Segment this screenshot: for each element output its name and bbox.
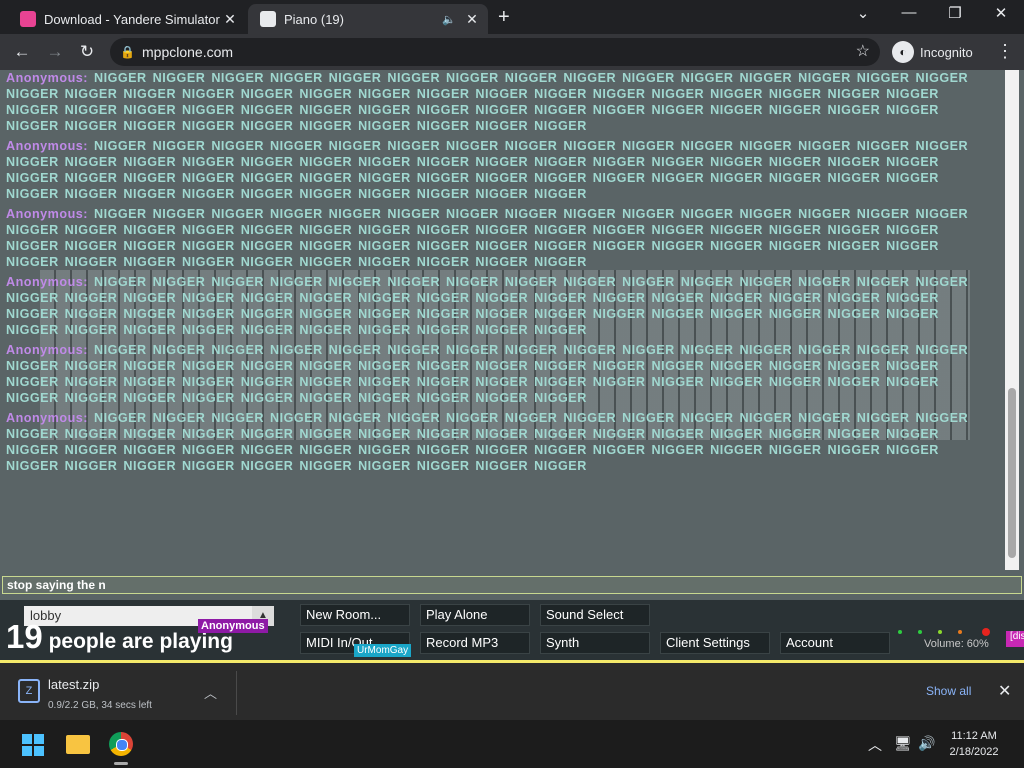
windows-start-icon[interactable] <box>22 734 44 756</box>
chat-text: NIGGER NIGGER NIGGER NIGGER NIGGER NIGGE… <box>6 275 969 337</box>
url-text: mppclone.com <box>142 44 234 60</box>
piano-favicon-icon <box>260 11 276 27</box>
system-clock[interactable]: 11:12 AM 2/18/2022 <box>948 728 1000 760</box>
minimize-icon[interactable]: — <box>894 4 924 21</box>
meter-dot <box>982 628 990 636</box>
discord-link[interactable]: [dis <box>1006 631 1024 647</box>
chat-message: Anonymous: NIGGER NIGGER NIGGER NIGGER NI… <box>6 70 986 134</box>
chat-message: Anonymous: NIGGER NIGGER NIGGER NIGGER NI… <box>6 342 986 406</box>
divider <box>236 671 237 715</box>
close-tab-icon[interactable]: ✕ <box>462 11 482 28</box>
incognito-indicator[interactable]: ◐ Incognito <box>892 41 973 63</box>
speaker-icon[interactable]: 🔈 <box>442 13 456 26</box>
forward-icon[interactable]: → <box>44 42 66 62</box>
browser-toolbar: ← → ↻ 🔒 mppclone.com ☆ ◐ Incognito ⋮ <box>0 34 1024 70</box>
chat-message: Anonymous: NIGGER NIGGER NIGGER NIGGER NI… <box>6 206 986 270</box>
meter-dot <box>898 630 902 634</box>
close-icon[interactable]: ✕ <box>986 4 1016 22</box>
sound-select-button[interactable]: Sound Select <box>540 604 650 626</box>
chat-text: NIGGER NIGGER NIGGER NIGGER NIGGER NIGGE… <box>6 71 969 133</box>
chat-input[interactable]: stop saying the n <box>2 576 1022 594</box>
clock-date: 2/18/2022 <box>949 746 999 758</box>
chat-message: Anonymous: NIGGER NIGGER NIGGER NIGGER NI… <box>6 410 986 474</box>
incognito-icon: ◐ <box>892 41 914 63</box>
chat-author[interactable]: Anonymous: <box>6 343 88 357</box>
zip-file-icon[interactable]: Z <box>18 679 40 703</box>
chevron-up-icon[interactable]: ︿ <box>204 683 217 702</box>
user-tag: Anonymous <box>198 619 268 633</box>
account-button[interactable]: Account <box>780 632 890 654</box>
show-all-link[interactable]: Show all <box>926 684 971 698</box>
tab-piano[interactable]: Piano (19) 🔈 ✕ <box>248 4 488 34</box>
chat-message: Anonymous: NIGGER NIGGER NIGGER NIGGER NI… <box>6 138 986 202</box>
new-tab-button[interactable]: + <box>498 6 510 29</box>
clock-time: 11:12 AM <box>951 730 997 742</box>
download-status: 0.9/2.2 GB, 34 secs left <box>48 700 152 711</box>
volume-label: Volume: 60% <box>924 638 989 650</box>
file-explorer-icon[interactable] <box>66 735 90 754</box>
heart-favicon-icon <box>20 11 36 27</box>
client-settings-button[interactable]: Client Settings <box>660 632 770 654</box>
synth-button[interactable]: Synth <box>540 632 650 654</box>
browser-title-bar: Download - Yandere Simulator ✕ Piano (19… <box>0 0 1024 34</box>
people-text: people are playing <box>48 630 233 653</box>
record-mp3-button[interactable]: Record MP3 <box>420 632 530 654</box>
new-room-button[interactable]: New Room... <box>300 604 410 626</box>
chat-text: NIGGER NIGGER NIGGER NIGGER NIGGER NIGGE… <box>6 411 969 473</box>
chevron-up-icon[interactable]: ︿ <box>868 735 882 755</box>
chat-author[interactable]: Anonymous: <box>6 71 88 85</box>
chat-scrollbar[interactable] <box>1005 70 1019 570</box>
scrollbar-thumb[interactable] <box>1008 388 1016 558</box>
meter-dot <box>918 630 922 634</box>
lock-icon[interactable]: 🔒 <box>120 38 135 66</box>
close-tab-icon[interactable]: ✕ <box>220 11 240 28</box>
people-count: 19 <box>6 618 43 655</box>
chat-author[interactable]: Anonymous: <box>6 207 88 221</box>
meter-dot <box>938 630 942 634</box>
piano-page: Anonymous: NIGGER NIGGER NIGGER NIGGER NI… <box>0 70 1024 660</box>
piano-controls: lobby ▲ 19 people are playing Anonymous … <box>0 600 1024 660</box>
address-bar[interactable]: 🔒 mppclone.com ☆ <box>110 38 880 66</box>
volume-meter[interactable] <box>898 626 998 636</box>
bookmark-star-icon[interactable]: ☆ <box>856 38 870 66</box>
kebab-menu-icon[interactable]: ⋮ <box>996 41 1014 62</box>
chat-author[interactable]: Anonymous: <box>6 275 88 289</box>
chat-log: Anonymous: NIGGER NIGGER NIGGER NIGGER NI… <box>6 70 986 570</box>
tab-yandere[interactable]: Download - Yandere Simulator ✕ <box>8 4 246 34</box>
tab-title: Download - Yandere Simulator <box>44 11 220 27</box>
close-icon[interactable]: ✕ <box>998 681 1011 701</box>
download-filename[interactable]: latest.zip <box>48 677 99 692</box>
play-alone-button[interactable]: Play Alone <box>420 604 530 626</box>
chat-author[interactable]: Anonymous: <box>6 411 88 425</box>
back-icon[interactable]: ← <box>11 42 33 62</box>
chrome-icon[interactable] <box>109 732 133 756</box>
chat-text: NIGGER NIGGER NIGGER NIGGER NIGGER NIGGE… <box>6 139 969 201</box>
incognito-label: Incognito <box>920 44 973 60</box>
network-icon[interactable]: 🖥 <box>894 735 912 752</box>
user-tag: UrMomGay <box>354 644 412 657</box>
reload-icon[interactable]: ↻ <box>76 42 98 62</box>
chat-text: NIGGER NIGGER NIGGER NIGGER NIGGER NIGGE… <box>6 343 969 405</box>
download-bar: Z latest.zip 0.9/2.2 GB, 34 secs left ︿ … <box>0 660 1024 720</box>
windows-taskbar: ︿ 🖥 🔊 11:12 AM 2/18/2022 <box>0 720 1024 768</box>
volume-icon[interactable]: 🔊 <box>918 735 935 752</box>
meter-dot <box>958 630 962 634</box>
chat-text: NIGGER NIGGER NIGGER NIGGER NIGGER NIGGE… <box>6 207 969 269</box>
running-indicator <box>114 762 128 765</box>
chevron-down-icon[interactable]: ⌄ <box>848 4 878 22</box>
chat-author[interactable]: Anonymous: <box>6 139 88 153</box>
tab-title: Piano (19) <box>284 11 344 27</box>
chat-message: Anonymous: NIGGER NIGGER NIGGER NIGGER NI… <box>6 274 986 338</box>
restore-icon[interactable]: ❐ <box>940 4 970 22</box>
